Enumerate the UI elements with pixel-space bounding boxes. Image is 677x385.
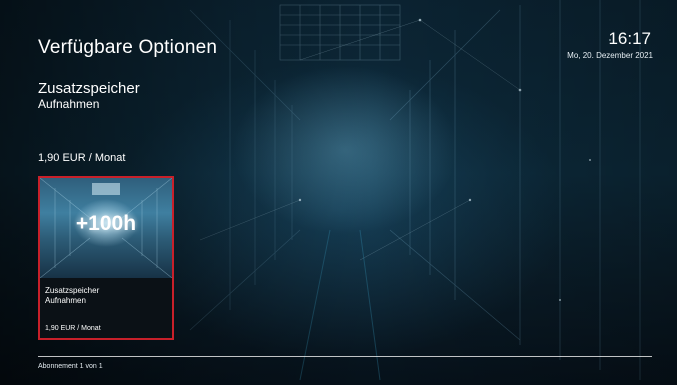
tile-title: Zusatzspeicher Aufnahmen [45,286,99,306]
selected-option-subtitle: Aufnahmen [38,97,100,111]
option-tile-image: +100h [40,178,172,278]
footer-divider [38,356,652,357]
tile-badge-text: +100h [75,212,137,235]
tile-price: 1,90 EUR / Monat [45,325,101,332]
subscription-counter: Abonnement 1 von 1 [38,363,103,370]
tile-title-line2: Aufnahmen [45,296,86,305]
tile-title-line1: Zusatzspeicher [45,286,100,295]
option-tile-zusatzspeicher[interactable]: +100h Zusatzspeicher Aufnahmen 1,90 EUR … [38,176,174,340]
selected-option-price: 1,90 EUR / Monat [38,152,126,164]
clock-time: 16:17 [608,29,651,48]
clock-date: Mo, 20. Dezember 2021 [567,51,653,60]
selected-option-title: Zusatzspeicher [38,80,140,97]
page-title: Verfügbare Optionen [38,37,218,58]
